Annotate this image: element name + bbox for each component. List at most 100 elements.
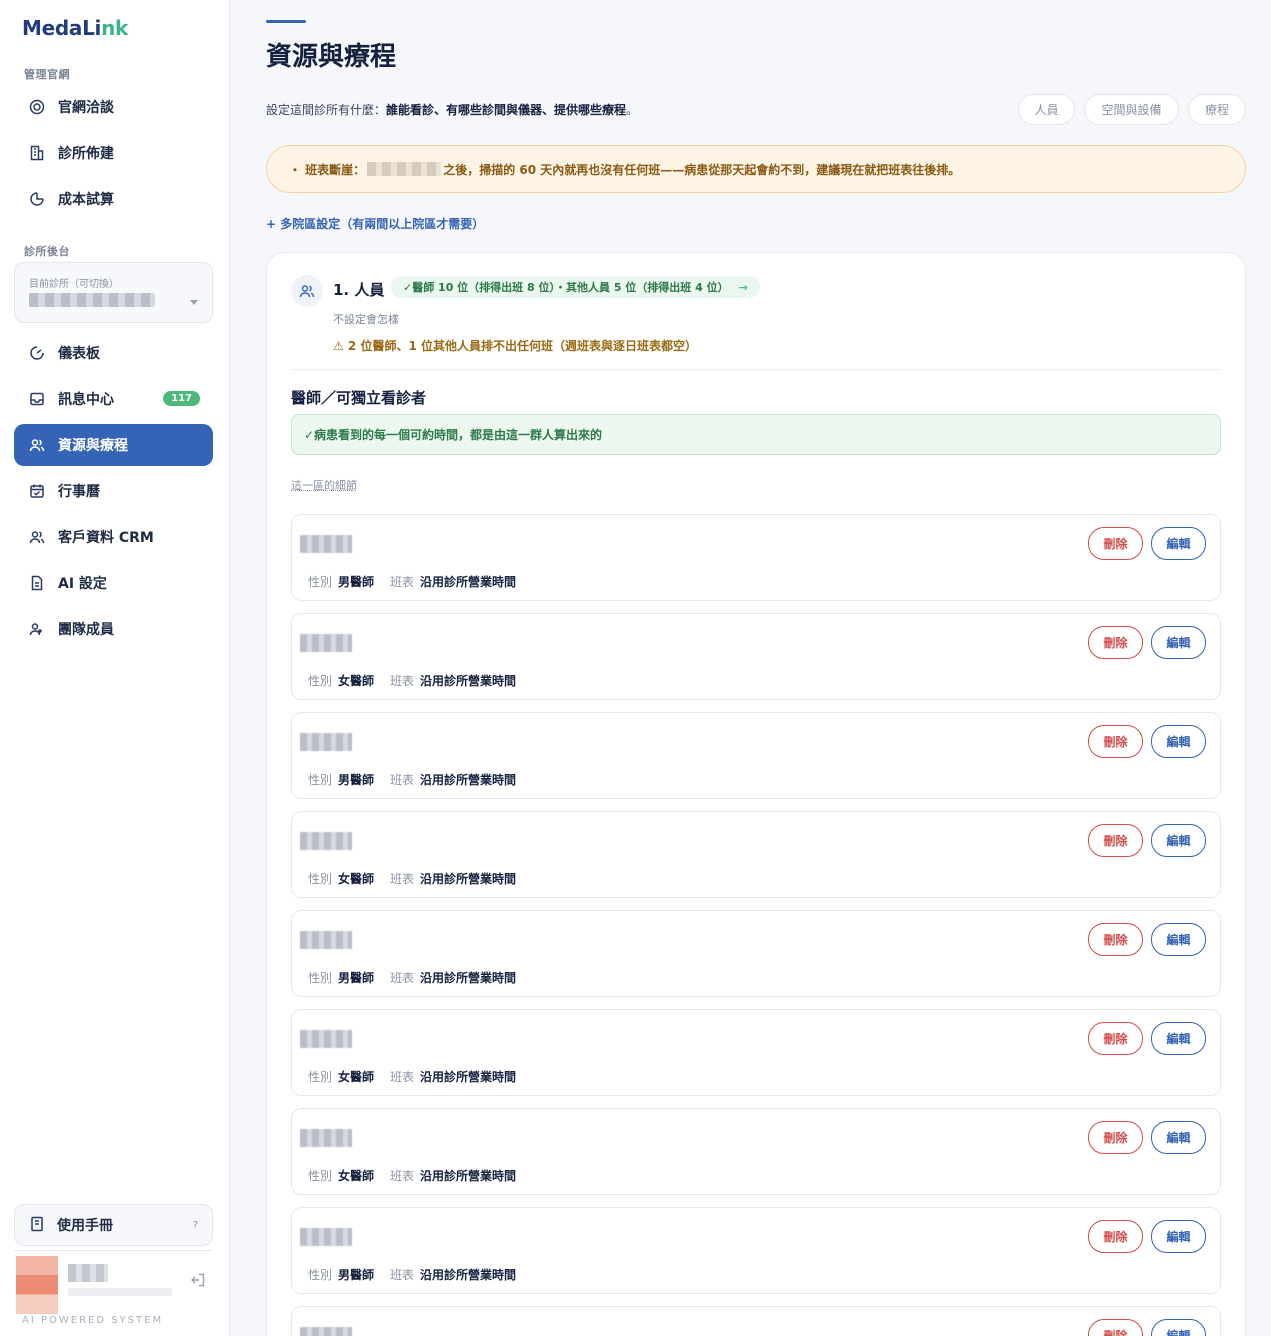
staff-section-card: 1. 人員 ✓醫師 10 位（排得出班 8 位）・其他人員 5 位（排得出班 4…: [266, 252, 1246, 1336]
arrow-right-icon: →: [738, 280, 748, 294]
staff-gender: 男醫師: [338, 971, 375, 985]
edit-button[interactable]: 編輯: [1151, 626, 1206, 659]
user-email-redacted: [68, 1288, 172, 1296]
delete-button[interactable]: 刪除: [1088, 1022, 1143, 1055]
table-row: 性別 女醫師 班表 沿用診所營業時間 刪除 編輯: [291, 1009, 1221, 1096]
staff-name-redacted: [300, 1030, 352, 1048]
edit-button[interactable]: 編輯: [1151, 1121, 1206, 1154]
sidebar-item-crm[interactable]: 客戶資料 CRM: [14, 516, 213, 558]
calendar-icon: [28, 482, 46, 500]
user-name-redacted: [68, 1264, 108, 1282]
staff-schedule: 沿用診所營業時間: [420, 773, 517, 787]
avatar[interactable]: [16, 1256, 58, 1314]
sidebar-item-resources[interactable]: 資源與療程: [14, 424, 213, 466]
staff-gender: 男醫師: [338, 575, 375, 589]
edit-button[interactable]: 編輯: [1151, 527, 1206, 560]
table-row: 性別 女醫師 班表 沿用診所營業時間 刪除 編輯: [291, 811, 1221, 898]
table-row: 性別 男醫師 班表 沿用診所營業時間 刪除 編輯: [291, 910, 1221, 997]
schedule-cliff-warning: ・ 班表斷崖： 之後，掃描的 60 天內就再也沒有任何班——病患從那天起會約不到，…: [266, 145, 1246, 193]
delete-button[interactable]: 刪除: [1088, 626, 1143, 659]
edit-button[interactable]: 編輯: [1151, 923, 1206, 956]
delete-button[interactable]: 刪除: [1088, 1220, 1143, 1253]
staff-name-redacted: [300, 832, 352, 850]
sidebar-item-clinic-setup[interactable]: 診所佈建: [14, 132, 213, 174]
logo[interactable]: MedaLink: [22, 16, 128, 40]
staff-schedule: 沿用診所營業時間: [420, 1268, 517, 1282]
page-description: 設定這間診所有什麼：誰能看診、有哪些診間與儀器、提供哪些療程。: [266, 103, 639, 117]
edit-button[interactable]: 編輯: [1151, 824, 1206, 857]
card-divider: [291, 369, 1221, 370]
pie-chart-icon: [28, 190, 46, 208]
sidebar-item-label: 訊息中心: [58, 392, 114, 408]
table-row: 性別班表刪除編輯: [291, 1306, 1221, 1336]
edit-button[interactable]: 編輯: [1151, 1319, 1206, 1336]
staff-meta: 性別 男醫師 班表 沿用診所營業時間: [308, 971, 517, 985]
table-row: 性別 男醫師 班表 沿用診所營業時間 刪除 編輯: [291, 712, 1221, 799]
sidebar: MedaLink 管理官網 官網洽談 診所佈建 成本試算 診所後台 目前診所（可…: [0, 0, 230, 1336]
book-icon: [29, 1216, 47, 1234]
tab-chip-treatments[interactable]: 療程: [1188, 94, 1246, 125]
sidebar-item-cost-estimate[interactable]: 成本試算: [14, 178, 213, 220]
section-label-admin: 管理官網: [24, 68, 70, 81]
sidebar-item-website-talks[interactable]: 官網洽談: [14, 86, 213, 128]
staff-meta: 性別 女醫師 班表 沿用診所營業時間: [308, 1169, 517, 1183]
manual-button[interactable]: 使用手冊 ?: [14, 1204, 213, 1246]
edit-button[interactable]: 編輯: [1151, 725, 1206, 758]
table-row: 性別 女醫師 班表 沿用診所營業時間 刪除 編輯: [291, 613, 1221, 700]
manual-label: 使用手冊: [57, 1218, 113, 1234]
users-icon: [28, 436, 46, 454]
logout-icon[interactable]: [190, 1272, 206, 1292]
staff-schedule: 沿用診所營業時間: [420, 1070, 517, 1084]
staff-gender: 女醫師: [338, 872, 375, 886]
staff-schedule: 沿用診所營業時間: [420, 1169, 517, 1183]
edit-button[interactable]: 編輯: [1151, 1220, 1206, 1253]
doctors-info-banner: ✓病患看到的每一個可約時間，都是由這一群人算出來的: [291, 414, 1221, 455]
sidebar-item-team[interactable]: 團隊成員: [14, 608, 213, 650]
edit-button[interactable]: 編輯: [1151, 1022, 1206, 1055]
staff-schedule: 沿用診所營業時間: [420, 971, 517, 985]
table-row: 性別 男醫師 班表 沿用診所營業時間 刪除 編輯: [291, 1207, 1221, 1294]
staff-gender: 女醫師: [338, 1070, 375, 1084]
section-details-toggle[interactable]: 這一區的細節: [291, 477, 357, 493]
sidebar-item-label: 行事曆: [58, 484, 100, 500]
sidebar-item-label: 官網洽談: [58, 100, 114, 116]
multi-site-settings-link[interactable]: + 多院區設定（有兩間以上院區才需要）: [266, 215, 484, 232]
staff-meta: 性別 男醫師 班表 沿用診所營業時間: [308, 575, 517, 589]
staff-meta: 性別 女醫師 班表 沿用診所營業時間: [308, 1070, 517, 1084]
staff-meta: 性別 男醫師 班表 沿用診所營業時間: [308, 773, 517, 787]
delete-button[interactable]: 刪除: [1088, 527, 1143, 560]
tab-chip-rooms-equipment[interactable]: 空間與設備: [1084, 94, 1179, 125]
clinic-selector-label: 目前診所（可切換）: [29, 279, 119, 290]
building-icon: [28, 144, 46, 162]
delete-button[interactable]: 刪除: [1088, 824, 1143, 857]
unscheduled-staff-warning: ⚠ 2 位醫師、1 位其他人員排不出任何班（週班表與逐日班表都空）: [333, 339, 697, 353]
table-row: 性別 女醫師 班表 沿用診所營業時間 刪除 編輯: [291, 1108, 1221, 1195]
title-accent-bar: [266, 20, 306, 23]
delete-button[interactable]: 刪除: [1088, 1319, 1143, 1336]
table-row: 性別 男醫師 班表 沿用診所營業時間 刪除 編輯: [291, 514, 1221, 601]
sidebar-divider: [14, 1250, 213, 1251]
delete-button[interactable]: 刪除: [1088, 923, 1143, 956]
sidebar-item-ai-settings[interactable]: AI 設定: [14, 562, 213, 604]
sidebar-item-messages[interactable]: 訊息中心 117: [14, 378, 213, 420]
team-icon: [28, 620, 46, 638]
staff-name-redacted: [300, 733, 352, 751]
staff-name-redacted: [300, 1228, 352, 1246]
delete-button[interactable]: 刪除: [1088, 725, 1143, 758]
staff-schedule: 沿用診所營業時間: [420, 674, 517, 688]
sidebar-item-label: 成本試算: [58, 192, 114, 208]
sidebar-item-label: 儀表板: [58, 346, 100, 362]
target-icon: [28, 98, 46, 116]
sidebar-item-calendar[interactable]: 行事曆: [14, 470, 213, 512]
sidebar-item-dashboard[interactable]: 儀表板: [14, 332, 213, 374]
staff-summary-chip[interactable]: ✓醫師 10 位（排得出班 8 位）・其他人員 5 位（排得出班 4 位） →: [391, 276, 760, 298]
sidebar-item-label: 客戶資料 CRM: [58, 530, 154, 546]
dashboard-icon: [28, 344, 46, 362]
staff-gender: 男醫師: [338, 1268, 375, 1282]
sidebar-item-label: 團隊成員: [58, 622, 114, 638]
tab-chip-staff[interactable]: 人員: [1018, 94, 1075, 125]
staff-schedule: 沿用診所營業時間: [420, 872, 517, 886]
delete-button[interactable]: 刪除: [1088, 1121, 1143, 1154]
redacted-date: [367, 162, 442, 176]
clinic-selector[interactable]: 目前診所（可切換）: [14, 262, 213, 323]
